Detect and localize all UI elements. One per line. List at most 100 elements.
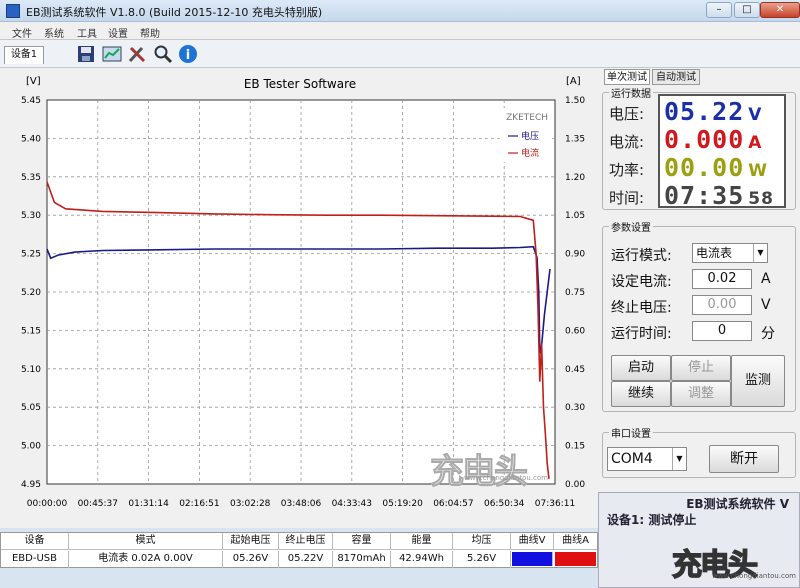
- y-tick-right: 1.35: [565, 134, 585, 144]
- y-tick-left: 5.30: [21, 211, 41, 221]
- x-tick: 02:16:51: [179, 499, 219, 509]
- search-icon[interactable]: [153, 44, 173, 64]
- status-message: 设备1: 测试停止: [607, 513, 697, 527]
- title-bar: EB测试系统软件 V1.8.0 (Build 2015-12-10 充电头特别版…: [0, 0, 800, 22]
- header-capacity: 容量: [333, 533, 391, 550]
- disconnect-button[interactable]: 断开: [709, 445, 779, 473]
- save-icon[interactable]: [76, 44, 96, 64]
- y-tick-left: 5.05: [21, 403, 41, 413]
- left-axis-unit: [V]: [26, 76, 41, 87]
- start-button[interactable]: 启动: [611, 355, 671, 381]
- chart-icon[interactable]: [102, 44, 122, 64]
- y-tick-right: 0.90: [565, 250, 585, 260]
- window-title: EB测试系统软件 V1.8.0 (Build 2015-12-10 充电头特别版…: [26, 6, 323, 19]
- svg-text:i: i: [186, 48, 190, 63]
- run-time-input[interactable]: 0: [692, 321, 752, 341]
- y-tick-right: 0.75: [565, 288, 585, 298]
- current-readout: 0.000 A: [664, 125, 763, 154]
- continue-button[interactable]: 继续: [611, 381, 671, 407]
- y-tick-left: 5.45: [21, 96, 41, 106]
- x-tick: 05:19:20: [382, 499, 423, 509]
- minimize-button[interactable]: –: [706, 2, 732, 18]
- power-label: 功率:: [609, 161, 645, 179]
- header-curve-v: 曲线V: [511, 533, 554, 550]
- site-watermark: www.chongdiantou.com: [712, 572, 796, 580]
- time-readout: 07:35 58: [664, 181, 774, 210]
- status-heading: EB测试系统软件 V: [686, 497, 789, 511]
- set-current-unit: A: [761, 271, 771, 287]
- cell-end-voltage: 05.22V: [279, 551, 333, 568]
- header-start-voltage: 起始电压: [223, 533, 279, 550]
- chevron-down-icon[interactable]: ▼: [753, 244, 767, 262]
- tools-icon[interactable]: [127, 44, 147, 64]
- run-data-title: 运行数据: [609, 85, 653, 100]
- x-tick: 01:31:14: [128, 499, 169, 509]
- end-voltage-label: 终止电压:: [611, 300, 672, 316]
- y-tick-left: 5.25: [21, 250, 41, 260]
- x-tick: 04:33:43: [332, 499, 372, 509]
- power-readout: 00.00 W: [664, 153, 769, 182]
- set-current-input[interactable]: 0.02: [692, 269, 752, 289]
- menu-help[interactable]: 帮助: [140, 25, 160, 40]
- chart-title: EB Tester Software: [244, 77, 356, 91]
- chevron-down-icon[interactable]: ▼: [672, 448, 686, 470]
- header-end-voltage: 终止电压: [279, 533, 333, 550]
- com-port-select[interactable]: COM4 ▼: [607, 447, 687, 471]
- maximize-button[interactable]: □: [734, 2, 760, 18]
- monitor-button[interactable]: 监测: [731, 355, 785, 407]
- tab-single-test[interactable]: 单次测试: [604, 69, 650, 85]
- chart-watermark: ZKETECH: [506, 113, 548, 123]
- tab-device1[interactable]: 设备1: [4, 46, 44, 64]
- current-label: 电流:: [609, 133, 645, 151]
- y-tick-right: 1.50: [565, 96, 585, 106]
- x-tick: 03:02:28: [230, 499, 271, 509]
- params-title: 参数设置: [609, 219, 653, 234]
- y-tick-right: 0.45: [565, 365, 585, 375]
- y-tick-left: 5.00: [21, 442, 41, 452]
- lcd-display: 05.22 V 0.000 A 00.00 W 07:35 58: [658, 94, 786, 210]
- run-time-unit: 分: [761, 326, 775, 342]
- legend-voltage: 电压: [521, 130, 539, 142]
- cell-start-voltage: 05.26V: [223, 551, 279, 568]
- y-tick-right: 1.05: [565, 211, 585, 221]
- menu-settings[interactable]: 设置: [108, 25, 128, 40]
- close-button[interactable]: ✕: [760, 2, 800, 18]
- end-voltage-input[interactable]: 0.00: [692, 295, 752, 315]
- y-tick-left: 4.95: [21, 480, 41, 490]
- right-panel: 单次测试 自动测试 运行数据 电压: 电流: 功率: 时间: 05.22 V 0.…: [598, 68, 800, 588]
- app-icon: [6, 4, 20, 18]
- menu-tools[interactable]: 工具: [77, 25, 97, 40]
- set-current-label: 设定电流:: [611, 274, 672, 290]
- mode-select[interactable]: 电流表 ▼: [692, 243, 768, 263]
- legend-current: 电流: [521, 147, 539, 159]
- run-data-group: 运行数据 电压: 电流: 功率: 时间: 05.22 V 0.000 A 00.00…: [602, 85, 796, 210]
- x-tick: 00:45:37: [78, 499, 118, 509]
- menu-file[interactable]: 文件: [12, 25, 32, 40]
- header-energy: 能量: [391, 533, 453, 550]
- cell-mode: 电流表 0.02A 0.00V: [69, 551, 223, 568]
- y-tick-left: 5.20: [21, 288, 41, 298]
- stop-button[interactable]: 停止: [671, 355, 731, 381]
- x-tick: 06:04:57: [433, 499, 473, 509]
- adjust-button[interactable]: 调整: [671, 381, 731, 407]
- y-tick-left: 5.40: [21, 134, 41, 144]
- y-tick-right: 1.20: [565, 173, 585, 183]
- header-mode: 模式: [69, 533, 223, 550]
- cell-avg-voltage: 5.26V: [453, 551, 511, 568]
- cell-curve-v-swatch[interactable]: [512, 552, 553, 566]
- header-curve-a: 曲线A: [554, 533, 597, 550]
- cell-curve-a-swatch[interactable]: [555, 552, 596, 566]
- right-axis-unit: [A]: [566, 76, 581, 87]
- info-icon[interactable]: i: [178, 44, 198, 64]
- tab-auto-test[interactable]: 自动测试: [652, 69, 700, 85]
- x-tick: 00:00:00: [27, 499, 68, 509]
- end-voltage-unit: V: [761, 297, 771, 313]
- voltage-readout: 05.22 V: [664, 97, 763, 126]
- menu-system[interactable]: 系统: [44, 25, 64, 40]
- cell-device: EBD-USB: [1, 551, 69, 568]
- y-tick-left: 5.10: [21, 365, 41, 375]
- params-group: 参数设置 运行模式: 电流表 ▼ 设定电流: 0.02 A 终止电压: 0.00 …: [602, 219, 796, 412]
- y-tick-left: 5.35: [21, 173, 41, 183]
- y-tick-right: 0.15: [565, 442, 585, 452]
- results-table: 设备 模式 起始电压 终止电压 容量 能量 均压 曲线V 曲线A EBD-USB…: [0, 532, 598, 568]
